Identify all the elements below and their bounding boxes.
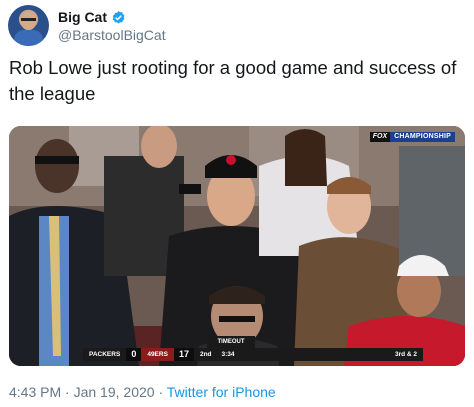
team-a-score: 0 <box>126 348 142 361</box>
quarter: 2nd <box>199 351 212 358</box>
tweet-text: Rob Lowe just rooting for a good game an… <box>9 57 457 104</box>
clock: 3:34 <box>221 351 235 358</box>
championship-label: CHAMPIONSHIP <box>390 132 455 142</box>
team-b-score: 17 <box>173 348 194 361</box>
tweet-date[interactable]: Jan 19, 2020 <box>74 384 155 400</box>
tweet-header: Big Cat @BarstoolBigCat <box>8 5 468 47</box>
tweet-media-image[interactable]: FOX CHAMPIONSHIP TIMEOUT PACKERS 0 49ERS… <box>9 126 465 366</box>
avatar-face <box>21 12 36 30</box>
avatar-shirt <box>14 30 43 46</box>
tweet-source-link[interactable]: Twitter for iPhone <box>167 384 276 400</box>
avatar[interactable] <box>8 5 49 46</box>
crowd-scene <box>9 126 465 366</box>
down-distance: 3rd & 2 <box>394 351 417 358</box>
separator: · <box>158 384 164 400</box>
team-a-name: PACKERS <box>83 348 127 361</box>
fox-championship-bug: FOX CHAMPIONSHIP <box>369 132 455 142</box>
fox-logo: FOX <box>369 132 391 142</box>
verified-badge-icon <box>112 10 125 23</box>
scoreboard: PACKERS 0 49ERS 17 2nd 3:34 3rd & 2 <box>83 348 423 361</box>
name-row: Big Cat <box>58 9 126 25</box>
avatar-glasses <box>21 18 36 21</box>
handle[interactable]: @BarstoolBigCat <box>58 27 166 43</box>
team-b-name: 49ERS <box>141 348 174 361</box>
separator: · <box>65 384 70 400</box>
display-name[interactable]: Big Cat <box>58 9 107 25</box>
tweet-time[interactable]: 4:43 PM <box>9 384 61 400</box>
tweet-metadata: 4:43 PM · Jan 19, 2020 · Twitter for iPh… <box>9 384 276 400</box>
game-clock-info: 2nd 3:34 3rd & 2 <box>193 348 423 361</box>
timeout-label: TIMEOUT <box>207 336 255 348</box>
